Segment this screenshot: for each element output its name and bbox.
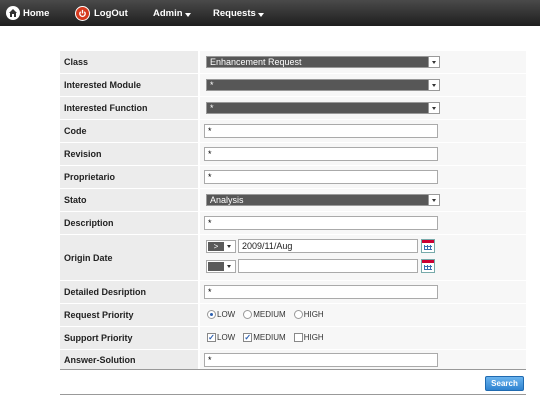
code-input[interactable]: * [204,124,438,138]
class-value: Enhancement Request [210,57,302,67]
revision-row: Revision * [60,143,526,166]
function-label: Interested Function [60,97,198,119]
request-priority-low[interactable]: LOW [207,310,235,319]
requests-menu[interactable]: Requests [213,0,264,26]
origin-date-input-1[interactable]: 2009/11/Aug [238,239,418,253]
search-button[interactable]: Search [485,376,524,391]
answer-row: Answer-Solution * [60,350,526,370]
radio[interactable] [243,310,253,319]
support-priority-label: Support Priority [60,327,198,349]
owner-row: Proprietario * [60,166,526,189]
origin-date-label: Origin Date [60,235,198,280]
revision-label: Revision [60,143,198,165]
chevron-down-icon[interactable] [428,57,439,67]
code-row: Code * [60,120,526,143]
calendar-icon[interactable] [421,239,435,253]
origin-operator-2 [208,262,224,271]
state-select[interactable]: Analysis [206,194,440,206]
module-label: Interested Module [60,74,198,96]
request-priority-medium[interactable]: MEDIUM [243,310,286,319]
chevron-down-icon[interactable] [428,80,439,90]
origin-operator-1: > [208,242,224,251]
radio[interactable] [293,310,303,319]
description-input[interactable]: * [204,216,438,230]
detail-row: Detailed Desription * [60,281,526,304]
origin-operator-select-1[interactable]: > [206,240,236,253]
chevron-down-icon[interactable] [225,262,234,271]
home-icon [6,6,20,20]
owner-input[interactable]: * [204,170,438,184]
chevron-down-icon[interactable] [225,242,234,251]
module-row: Interested Module * [60,74,526,97]
chevron-down-icon[interactable] [428,195,439,205]
request-priority-high[interactable]: HIGH [293,310,324,319]
origin-date-row: Origin Date > 2009/11/Aug [60,235,526,281]
checkbox-checked[interactable]: ✓ [207,333,216,342]
support-priority-row: Support Priority ✓ LOW ✓ MEDIUM HIGH [60,327,526,350]
checkbox[interactable] [293,333,303,342]
detail-label: Detailed Desription [60,281,198,303]
revision-input[interactable]: * [204,147,438,161]
answer-label: Answer-Solution [60,350,198,369]
home-link[interactable]: Home [6,0,49,26]
request-priority-row: Request Priority LOW MEDIUM HIGH [60,304,526,327]
function-select[interactable]: * [206,102,440,114]
calendar-icon[interactable] [421,259,435,273]
request-priority-label: Request Priority [60,304,198,326]
state-value: Analysis [210,195,244,205]
divider [60,394,526,395]
top-nav-bar: Home LogOut Admin Requests [0,0,540,26]
function-row: Interested Function * [60,97,526,120]
owner-label: Proprietario [60,166,198,188]
chevron-down-icon[interactable] [428,103,439,113]
detail-input[interactable]: * [204,285,438,299]
support-priority-high[interactable]: HIGH [293,333,324,342]
class-row: Class Enhancement Request [60,51,526,74]
admin-label: Admin [153,7,183,19]
logout-label: LogOut [94,7,128,19]
answer-input[interactable]: * [204,352,438,367]
origin-date-input-2[interactable] [238,259,418,273]
description-label: Description [60,212,198,234]
module-select[interactable]: * [206,79,440,91]
admin-menu[interactable]: Admin [153,0,191,26]
requests-label: Requests [213,7,256,19]
checkbox-checked[interactable]: ✓ [243,333,253,342]
origin-operator-select-2[interactable] [206,260,236,273]
support-priority-low[interactable]: ✓ LOW [207,333,235,342]
module-value: * [210,80,214,90]
chevron-down-icon [257,13,264,17]
class-label: Class [60,51,198,73]
home-label: Home [23,7,50,19]
description-row: Description * [60,212,526,235]
state-row: Stato Analysis [60,189,526,212]
radio-selected[interactable] [207,310,216,319]
state-label: Stato [60,189,198,211]
logout-link[interactable]: LogOut [75,0,128,26]
class-select[interactable]: Enhancement Request [206,56,440,68]
power-icon [75,5,90,21]
chevron-down-icon [184,13,191,17]
divider [60,369,526,370]
code-label: Code [60,120,198,142]
support-priority-medium[interactable]: ✓ MEDIUM [243,333,286,342]
function-value: * [210,103,214,113]
